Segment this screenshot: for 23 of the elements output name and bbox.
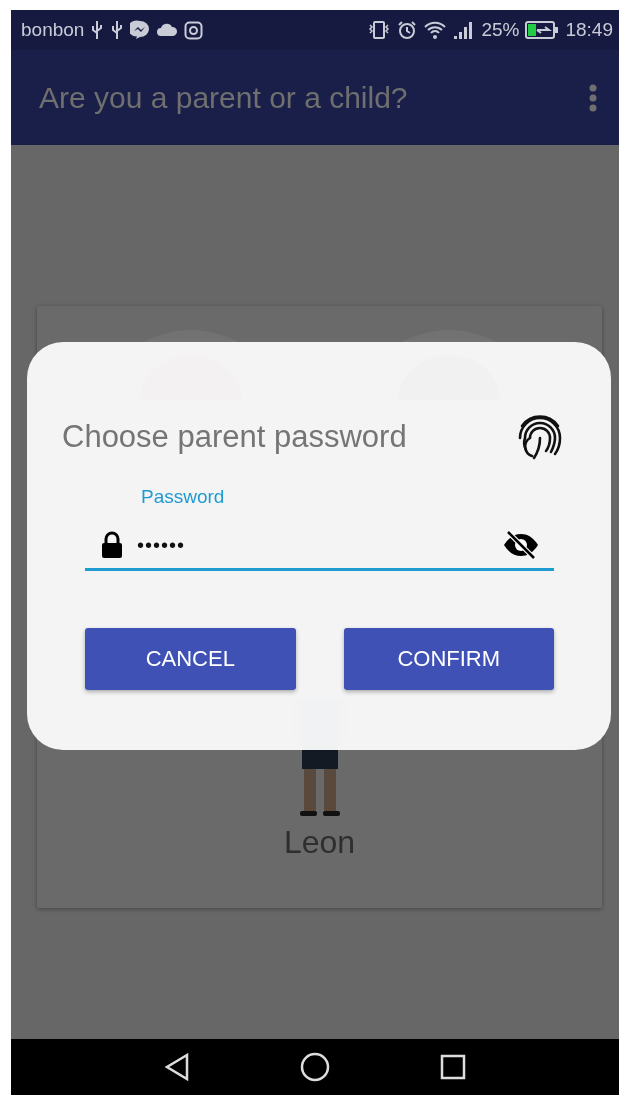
camera-icon	[184, 20, 204, 40]
clock-time: 18:49	[565, 19, 613, 41]
app-title: Are you a parent or a child?	[39, 80, 409, 115]
lock-icon	[101, 531, 123, 559]
battery-percent: 25%	[481, 19, 520, 41]
vibrate-icon	[367, 20, 392, 40]
cloud-icon	[156, 23, 179, 37]
child-name: Leon	[283, 824, 356, 861]
usb-icon	[90, 20, 105, 40]
dialog-title: Choose parent password	[62, 419, 407, 455]
carrier-name: bonbon	[21, 19, 85, 41]
dialog-button[interactable]: CANCEL	[85, 628, 296, 690]
chat-bubble-icon	[130, 20, 151, 40]
usb-icon	[110, 20, 125, 40]
more-options-icon[interactable]	[589, 83, 597, 112]
dialog-button[interactable]: CONFIRM	[343, 628, 554, 690]
password-field[interactable]: Password ••••••	[85, 486, 554, 571]
fingerprint-icon[interactable]	[517, 412, 563, 462]
home-button[interactable]	[298, 1050, 332, 1084]
eye-crossed-icon[interactable]	[502, 530, 540, 560]
alarm-icon	[397, 20, 418, 40]
wifi-icon	[423, 20, 448, 40]
battery-charging-icon	[525, 21, 560, 39]
